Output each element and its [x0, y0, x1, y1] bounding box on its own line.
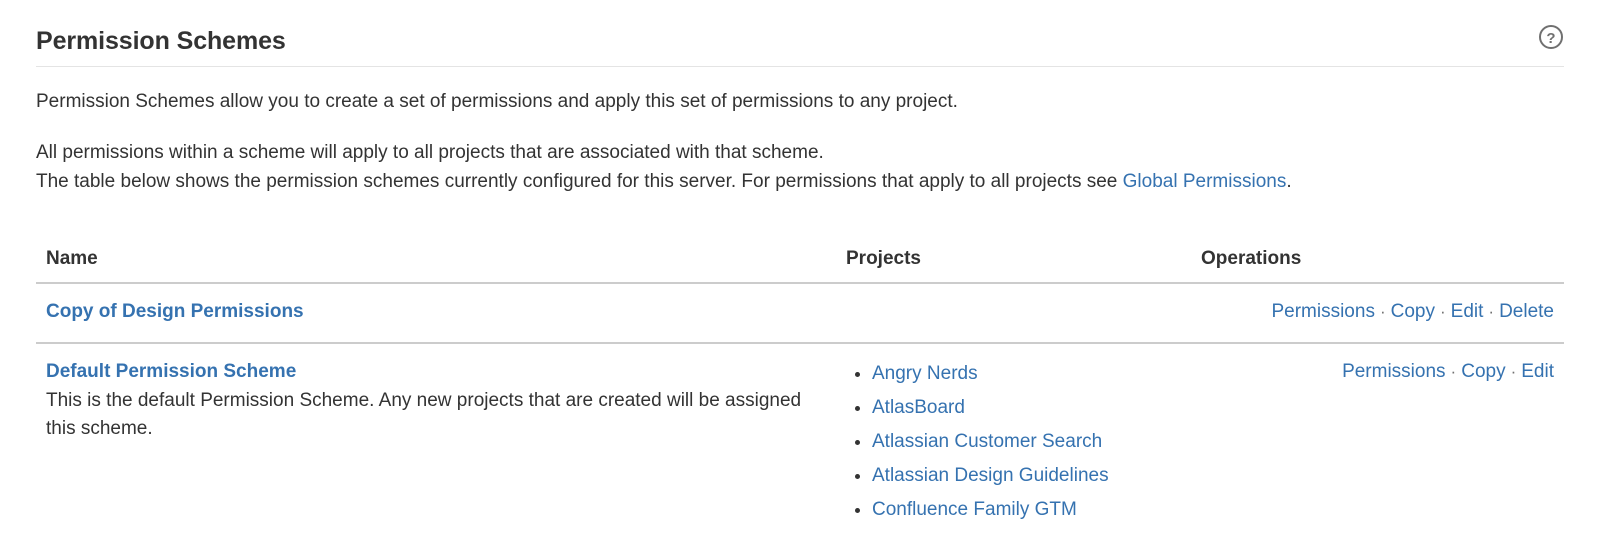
column-header-operations: Operations — [1191, 248, 1564, 283]
operation-link-copy[interactable]: Copy — [1391, 301, 1435, 322]
project-link[interactable]: Confluence Family GTM — [872, 499, 1077, 520]
page-header: Permission Schemes ? — [36, 0, 1564, 67]
intro-paragraph-2-line-1: All permissions within a scheme will app… — [36, 138, 1564, 167]
operation-link-edit[interactable]: Edit — [1521, 361, 1554, 382]
operation-separator: · — [1435, 302, 1451, 321]
column-header-projects: Projects — [836, 248, 1191, 283]
scheme-name: Copy of Design Permissions — [46, 298, 826, 326]
operation-separator: · — [1446, 362, 1462, 381]
intro-text: Permission Schemes allow you to create a… — [36, 67, 1564, 196]
global-permissions-link[interactable]: Global Permissions — [1123, 171, 1287, 192]
cell-projects: Angry Nerds AtlasBoard Atlassian Customer … — [836, 343, 1191, 544]
project-link[interactable]: Angry Nerds — [872, 363, 978, 384]
permission-schemes-page: Permission Schemes ? Permission Schemes … — [0, 0, 1600, 544]
project-list: Angry Nerds AtlasBoard Atlassian Customer … — [846, 358, 1181, 525]
operation-link-delete[interactable]: Delete — [1499, 301, 1554, 322]
table-header-row: Name Projects Operations — [36, 248, 1564, 283]
operation-separator: · — [1506, 362, 1522, 381]
operation-link-permissions[interactable]: Permissions — [1271, 301, 1374, 322]
schemes-table-wrapper: Name Projects Operations Copy of Design … — [36, 196, 1564, 544]
table-body: Copy of Design PermissionsPermissions·Co… — [36, 283, 1564, 544]
help-circle-icon[interactable]: ? — [1538, 24, 1564, 50]
cell-projects — [836, 283, 1191, 343]
operation-separator: · — [1375, 302, 1391, 321]
permission-schemes-table: Name Projects Operations Copy of Design … — [36, 248, 1564, 544]
cell-operations: Permissions·Copy·Edit — [1191, 343, 1564, 544]
operation-separator: · — [1483, 302, 1499, 321]
scheme-name-link[interactable]: Default Permission Scheme — [46, 361, 296, 382]
list-item: AtlasBoard — [872, 392, 1181, 423]
list-item: Confluence Family GTM — [872, 494, 1181, 525]
operation-link-copy[interactable]: Copy — [1461, 361, 1505, 382]
intro-paragraph-1: Permission Schemes allow you to create a… — [36, 87, 1564, 116]
cell-name: Copy of Design Permissions — [36, 283, 836, 343]
scheme-name: Default Permission Scheme — [46, 358, 826, 386]
project-link[interactable]: AtlasBoard — [872, 397, 965, 418]
operation-link-edit[interactable]: Edit — [1451, 301, 1484, 322]
table-row: Default Permission Scheme This is the def… — [36, 343, 1564, 544]
intro-line2-suffix: . — [1286, 171, 1291, 192]
cell-name: Default Permission Scheme This is the def… — [36, 343, 836, 544]
intro-line2-prefix: The table below shows the permission sch… — [36, 171, 1123, 192]
intro-paragraph-2-line-2: The table below shows the permission sch… — [36, 167, 1564, 196]
project-link[interactable]: Atlassian Customer Search — [872, 431, 1102, 452]
list-item: Atlassian Customer Search — [872, 426, 1181, 457]
table-row: Copy of Design PermissionsPermissions·Co… — [36, 283, 1564, 343]
project-link[interactable]: Atlassian Design Guidelines — [872, 465, 1109, 486]
list-item: Atlassian Design Guidelines — [872, 460, 1181, 491]
scheme-name-link[interactable]: Copy of Design Permissions — [46, 301, 304, 322]
table-head: Name Projects Operations — [36, 248, 1564, 283]
intro-paragraph-2: All permissions within a scheme will app… — [36, 138, 1564, 196]
list-item: Angry Nerds — [872, 358, 1181, 389]
column-header-name: Name — [36, 248, 836, 283]
svg-text:?: ? — [1546, 30, 1555, 47]
cell-operations: Permissions·Copy·Edit·Delete — [1191, 283, 1564, 343]
scheme-description: This is the default Permission Scheme. A… — [46, 387, 826, 443]
page-title: Permission Schemes — [36, 26, 1564, 56]
operation-link-permissions[interactable]: Permissions — [1342, 361, 1445, 382]
